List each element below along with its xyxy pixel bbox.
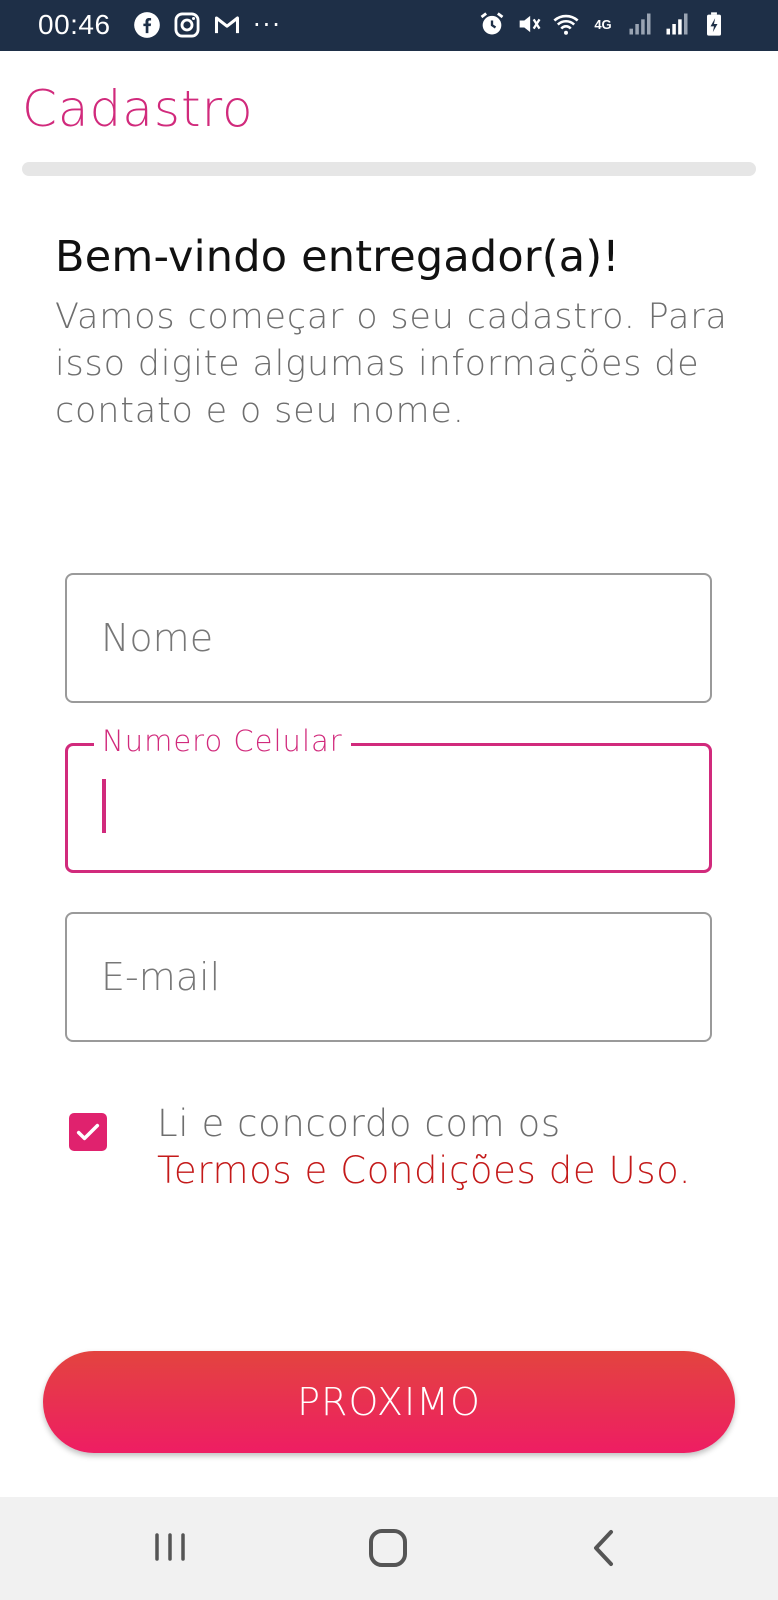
wifi-icon bbox=[552, 10, 580, 38]
next-button[interactable]: PROXIMO bbox=[43, 1351, 735, 1453]
page-title: Cadastro bbox=[22, 80, 254, 138]
welcome-text: Vamos começar o seu cadastro. Para isso … bbox=[55, 297, 728, 431]
gmail-icon bbox=[213, 11, 241, 39]
back-icon[interactable] bbox=[580, 1523, 630, 1573]
name-input[interactable] bbox=[67, 575, 710, 701]
phone-field[interactable]: Numero Celular bbox=[65, 724, 712, 873]
navigation-bar bbox=[0, 1497, 778, 1600]
recent-apps-icon[interactable] bbox=[145, 1523, 195, 1573]
terms-text: Li e concordo com os Termos e Condições … bbox=[157, 1100, 757, 1194]
facebook-icon bbox=[133, 11, 161, 39]
status-notification-icons: ··· bbox=[133, 11, 282, 39]
vibrate-mute-icon bbox=[515, 10, 543, 38]
email-field[interactable] bbox=[65, 912, 712, 1042]
network-4g-label: 4G bbox=[594, 16, 612, 32]
welcome-title: Bem-vindo entregador(a)! bbox=[55, 232, 620, 282]
instagram-icon bbox=[173, 11, 201, 39]
home-icon[interactable] bbox=[363, 1523, 413, 1573]
network-4g-icon: 4G bbox=[589, 10, 617, 38]
phone-input[interactable] bbox=[68, 746, 709, 870]
status-time: 00:46 bbox=[38, 9, 111, 40]
email-input[interactable] bbox=[67, 914, 710, 1040]
terms-suffix: . bbox=[678, 1149, 692, 1192]
terms-prefix: Li e concordo com os bbox=[157, 1102, 561, 1145]
name-field[interactable] bbox=[65, 573, 712, 703]
progress-bar bbox=[22, 162, 756, 176]
terms-checkbox[interactable] bbox=[69, 1113, 107, 1151]
alarm-icon bbox=[478, 10, 506, 38]
terms-link[interactable]: Termos e Condições de Uso bbox=[157, 1149, 679, 1192]
more-notifications-icon: ··· bbox=[253, 11, 282, 39]
status-bar: 00:46 ··· 4G bbox=[0, 0, 778, 51]
next-button-label: PROXIMO bbox=[297, 1380, 481, 1424]
status-system-icons: 4G bbox=[478, 10, 728, 38]
checkmark-icon bbox=[76, 1123, 100, 1141]
signal-icon bbox=[626, 10, 654, 38]
battery-charging-icon bbox=[700, 10, 728, 38]
signal-icon bbox=[663, 10, 691, 38]
